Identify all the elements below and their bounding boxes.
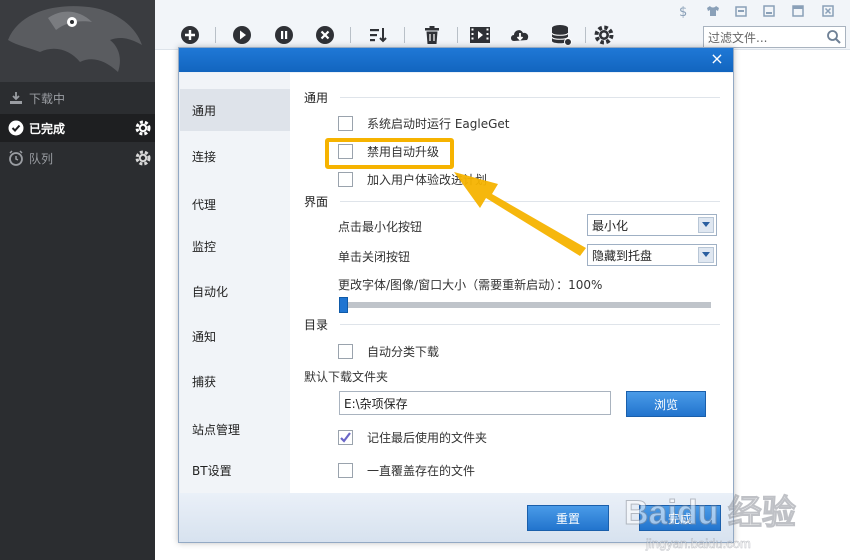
option-startup[interactable]: 系统启动时运行 EagleGet (338, 115, 509, 132)
gear-icon[interactable] (134, 149, 152, 167)
database-icon[interactable] (550, 24, 572, 46)
category-notification[interactable]: 通知 (180, 315, 290, 357)
trash-icon[interactable] (421, 24, 443, 46)
select-value: 隐藏到托盘 (592, 248, 653, 263)
sidebar-item-completed[interactable]: 已完成 (0, 114, 155, 142)
filter-input[interactable]: 过滤文件... (703, 26, 846, 48)
sidebar-item-label: 已完成 (29, 121, 66, 136)
divider (340, 324, 720, 325)
app-logo (0, 0, 155, 82)
category-site-manager[interactable]: 站点管理 (180, 408, 290, 450)
option-label: 记住最后使用的文件夹 (367, 431, 488, 445)
category-general[interactable]: 通用 (180, 89, 290, 131)
checkbox[interactable] (338, 463, 353, 478)
clock-icon (8, 150, 24, 166)
option-auto-classify[interactable]: 自动分类下载 (338, 343, 439, 360)
category-automation[interactable]: 自动化 (180, 270, 290, 312)
sidebar-item-queue[interactable]: 队列 (0, 144, 155, 172)
checkbox[interactable] (338, 172, 353, 187)
close-action-select[interactable]: 隐藏到托盘 (587, 244, 717, 266)
minimize-action-select[interactable]: 最小化 (587, 214, 717, 236)
folder-path-value: E:\杂项保存 (344, 396, 408, 411)
toolbar-divider (350, 27, 351, 43)
video-icon[interactable] (469, 24, 491, 46)
watermark-url: jingyan.baidu.com (645, 536, 751, 551)
check-circle-icon (8, 120, 24, 136)
maximize-icon[interactable] (787, 2, 809, 20)
category-bt-settings[interactable]: BT设置 (180, 449, 290, 491)
minimize-icon[interactable] (758, 2, 780, 20)
cloud-download-icon[interactable] (509, 24, 531, 46)
divider (340, 97, 720, 98)
dialog-titlebar: × (179, 48, 733, 72)
svg-text:$: $ (679, 5, 687, 18)
pause-icon[interactable] (273, 24, 295, 46)
shirt-icon[interactable] (702, 2, 724, 20)
download-icon (8, 90, 24, 106)
chevron-down-icon[interactable] (698, 247, 714, 263)
watermark-brand: Baidu 经验 (624, 493, 796, 532)
category-capture[interactable]: 捕获 (180, 360, 290, 402)
option-label: 自动分类下载 (367, 345, 440, 359)
toolbar-divider (585, 27, 586, 43)
slider-handle[interactable] (339, 297, 348, 313)
option-label: 一直覆盖存在的文件 (367, 464, 476, 478)
annotation-highlight-box (325, 138, 454, 169)
section-title-ui: 界面 (304, 195, 329, 209)
close-button-label: 单击关闭按钮 (338, 250, 411, 264)
search-icon[interactable] (826, 29, 842, 48)
sidebar: 下载中 已完成 队列 (0, 0, 155, 560)
filter-placeholder: 过滤文件... (708, 30, 768, 45)
toolbar-divider (404, 27, 405, 43)
category-proxy[interactable]: 代理 (180, 183, 290, 225)
settings-general-panel: 通用 系统启动时运行 EagleGet 禁用自动升级 加入用户体验改进计划 界面… (290, 73, 733, 493)
option-overwrite[interactable]: 一直覆盖存在的文件 (338, 462, 475, 479)
minimize-button-label: 点击最小化按钮 (338, 220, 423, 234)
baidu-watermark: Baidu 经验 jingyan.baidu.com (624, 493, 797, 552)
gear-icon[interactable] (134, 119, 152, 137)
restore-icon[interactable] (730, 2, 752, 20)
play-icon[interactable] (231, 24, 253, 46)
option-remember-folder[interactable]: 记住最后使用的文件夹 (338, 429, 487, 446)
add-icon[interactable] (179, 24, 201, 46)
reset-button[interactable]: 重置 (527, 505, 609, 531)
category-monitor[interactable]: 监控 (180, 225, 290, 267)
font-size-label: 更改字体/图像/窗口大小（需要重新启动）：100% (338, 278, 603, 292)
toolbar-divider (457, 27, 458, 43)
settings-dialog: × 通用 连接 代理 监控 自动化 通知 捕获 站点管理 BT设置 通用 系统启… (178, 47, 734, 543)
toolbar-divider (215, 27, 216, 43)
option-label: 系统启动时运行 EagleGet (367, 117, 510, 131)
gear-icon[interactable] (593, 24, 615, 46)
checkbox-checked[interactable] (338, 430, 353, 445)
checkbox[interactable] (338, 344, 353, 359)
default-folder-input[interactable]: E:\杂项保存 (339, 391, 611, 415)
font-size-slider[interactable] (339, 302, 711, 308)
settings-category-list: 通用 连接 代理 监控 自动化 通知 捕获 站点管理 BT设置 (180, 73, 290, 493)
category-connection[interactable]: 连接 (180, 135, 290, 177)
sidebar-item-downloading[interactable]: 下载中 (0, 84, 155, 112)
dollar-icon[interactable]: $ (673, 2, 695, 20)
browse-button[interactable]: 浏览 (626, 391, 706, 417)
annotation-arrow (454, 172, 586, 256)
section-title-general: 通用 (304, 91, 329, 105)
sidebar-item-label: 下载中 (29, 91, 66, 106)
sort-icon[interactable] (367, 24, 389, 46)
close-icon[interactable] (817, 2, 839, 20)
dialog-close-button[interactable]: × (709, 51, 725, 67)
sidebar-item-label: 队列 (29, 151, 54, 166)
section-title-directory: 目录 (304, 318, 329, 332)
checkbox[interactable] (338, 116, 353, 131)
default-folder-label: 默认下载文件夹 (304, 370, 389, 384)
check-icon (340, 432, 351, 443)
chevron-down-icon[interactable] (698, 217, 714, 233)
stop-icon[interactable] (314, 24, 336, 46)
